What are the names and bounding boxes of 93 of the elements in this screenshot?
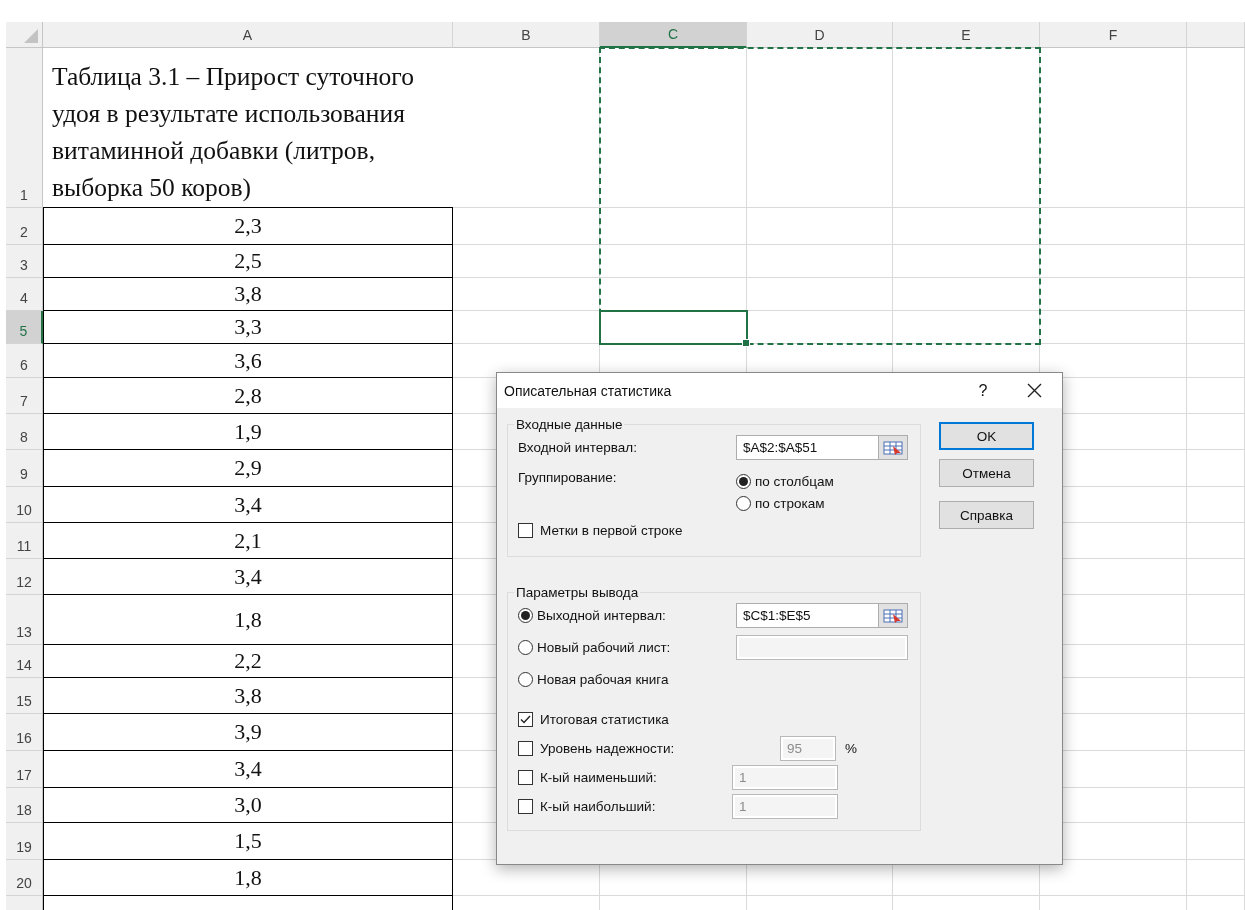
table-cell <box>1187 645 1245 678</box>
column-header[interactable]: C <box>600 22 747 48</box>
table-cell <box>1187 378 1245 414</box>
checkbox[interactable] <box>518 523 533 538</box>
range-select-button[interactable] <box>879 603 908 628</box>
table-cell: 2,1 <box>43 523 453 559</box>
percent-sign: % <box>845 741 857 756</box>
row-header[interactable]: 14 <box>6 645 43 678</box>
table-cell: 2,5 <box>43 245 453 278</box>
table-cell: 1,5 <box>43 823 453 860</box>
column-header[interactable]: B <box>453 22 600 48</box>
table-cell <box>1187 595 1245 645</box>
row-header[interactable]: 4 <box>6 278 43 311</box>
column-header[interactable]: E <box>893 22 1040 48</box>
range-select-button[interactable] <box>879 435 908 460</box>
table-cell <box>1187 487 1245 523</box>
table-cell <box>1187 450 1245 487</box>
radio-label[interactable]: по столбцам <box>755 474 834 489</box>
row-header[interactable]: 16 <box>6 714 43 751</box>
table-cell <box>1187 860 1245 896</box>
table-cell: 2,8 <box>43 378 453 414</box>
checkbox-label[interactable]: Метки в первой строке <box>540 523 683 538</box>
table-cell: 3,0 <box>43 788 453 823</box>
table-cell <box>1187 678 1245 714</box>
table-cell <box>1187 245 1245 278</box>
dialog-button[interactable]: OK <box>939 422 1034 450</box>
checkbox-label[interactable]: Итоговая статистика <box>540 712 669 727</box>
radio-button[interactable] <box>736 496 751 511</box>
field-label: Группирование: <box>518 470 618 485</box>
row-header[interactable]: 20 <box>6 860 43 896</box>
row-header[interactable]: 19 <box>6 823 43 860</box>
row-header[interactable]: 15 <box>6 678 43 714</box>
table-cell <box>1187 278 1245 311</box>
table-cell: 3,6 <box>43 344 453 378</box>
row-header[interactable]: 1 <box>6 48 43 208</box>
table-cell <box>1187 559 1245 595</box>
row-header[interactable]: 17 <box>6 751 43 788</box>
column-header[interactable]: D <box>747 22 893 48</box>
input-field[interactable]: $C$1:$E$5 <box>736 603 879 628</box>
table-cell <box>1187 788 1245 823</box>
dialog-button[interactable]: Отмена <box>939 459 1034 487</box>
row-header[interactable]: 7 <box>6 378 43 414</box>
table-cell <box>1187 823 1245 860</box>
row-header[interactable]: 5 <box>6 311 43 344</box>
row-header[interactable]: 13 <box>6 595 43 645</box>
group-title: Параметры вывода <box>515 585 640 600</box>
row-header[interactable]: 12 <box>6 559 43 595</box>
radio-label[interactable]: Новая рабочая книга <box>537 672 669 687</box>
table-cell <box>1187 414 1245 450</box>
input-field[interactable]: $A$2:$A$51 <box>736 435 879 460</box>
active-cell[interactable] <box>599 310 748 345</box>
row-header[interactable]: 11 <box>6 523 43 559</box>
table-cell <box>1187 344 1245 378</box>
table-cell: 3,8 <box>43 278 453 311</box>
table-cell: 3,4 <box>43 751 453 788</box>
table-cell <box>1187 311 1245 344</box>
table-cell <box>1187 523 1245 559</box>
table-cell: 2,3 <box>43 208 453 245</box>
table-title: Таблица 3.1 – Прирост суточного удоя в результате использования витаминной добавки (литров, выборка 50 коров) <box>52 61 415 204</box>
table-cell: 3,8 <box>43 678 453 714</box>
checkbox[interactable] <box>518 712 533 727</box>
row-header[interactable]: 6 <box>6 344 43 378</box>
column-header[interactable]: F <box>1040 22 1187 48</box>
row-header[interactable]: 8 <box>6 414 43 450</box>
field-label: Входной интервал: <box>518 440 638 455</box>
radio-button[interactable] <box>518 608 533 623</box>
radio-button[interactable] <box>736 474 751 489</box>
radio-label[interactable]: Выходной интервал: <box>537 608 666 623</box>
table-cell: 1,9 <box>43 414 453 450</box>
row-header[interactable]: 3 <box>6 245 43 278</box>
dialog-button[interactable]: Справка <box>939 501 1034 529</box>
table-cell: 3,3 <box>43 311 453 344</box>
dialog-title: Описательная статистика <box>504 382 673 399</box>
table-cell: 2,2 <box>43 645 453 678</box>
row-header[interactable]: 18 <box>6 788 43 823</box>
close-icon[interactable] <box>1027 383 1042 398</box>
table-cell <box>1187 714 1245 751</box>
table-cell <box>1187 208 1245 245</box>
table-cell <box>1187 751 1245 788</box>
column-header[interactable]: A <box>43 22 453 48</box>
table-cell: 3,4 <box>43 487 453 523</box>
group-title: Входные данные <box>515 417 624 432</box>
row-header[interactable]: 10 <box>6 487 43 523</box>
table-cell: 1,8 <box>43 860 453 896</box>
table-cell: 1,8 <box>43 595 453 645</box>
table-cell: 2,9 <box>43 450 453 487</box>
radio-label[interactable]: по строкам <box>755 496 825 511</box>
help-button[interactable]: ? <box>963 381 1003 400</box>
row-header[interactable]: 9 <box>6 450 43 487</box>
radio-button[interactable] <box>518 672 533 687</box>
table-cell: 3,4 <box>43 559 453 595</box>
row-header[interactable]: 2 <box>6 208 43 245</box>
table-cell: 3,9 <box>43 714 453 751</box>
